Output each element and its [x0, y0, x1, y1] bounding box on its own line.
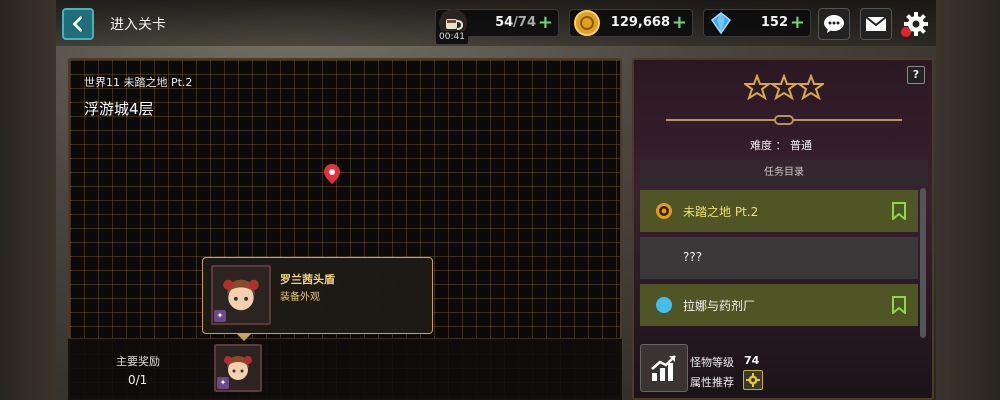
star-icon: [768, 74, 800, 101]
bookmark-icon[interactable]: [892, 296, 906, 314]
quest-label: 拉娜与药剂厂: [683, 299, 756, 313]
blue-gem-icon: [710, 12, 732, 35]
left-background: [0, 0, 56, 400]
tooltip-item-name: 罗兰茜头盾: [280, 273, 335, 286]
costume-tag-icon: ✦: [214, 310, 226, 322]
right-background: [936, 0, 1000, 400]
star-rating: [744, 74, 824, 101]
quest-item[interactable]: 拉娜与药剂厂: [640, 284, 918, 326]
star-icon: [795, 74, 824, 101]
quest-label: 未踏之地 Pt.2: [683, 205, 759, 219]
gold-counter[interactable]: 129,668 +: [569, 9, 693, 37]
chat-bubble-icon: [824, 15, 844, 33]
blue-dot-icon: [656, 297, 672, 313]
map-title: 浮游城4层: [84, 100, 154, 118]
map-pin-icon[interactable]: [324, 164, 340, 184]
gear-icon: [746, 373, 760, 387]
costume-tag-icon: ✦: [217, 377, 229, 389]
stamina-timer: 00:41: [436, 31, 468, 44]
stamina-value: 54/74: [495, 15, 536, 30]
mail-icon: [865, 16, 887, 31]
quest-item[interactable]: 未踏之地 Pt.2: [640, 190, 918, 232]
reward-item-slot[interactable]: ✦: [214, 344, 262, 392]
add-stamina-button[interactable]: +: [538, 12, 553, 33]
gold-coin-icon: [574, 10, 600, 36]
chevron-left-icon: [73, 16, 83, 32]
map-subtitle: 世界11 未踏之地 Pt.2: [84, 76, 193, 89]
main-reward-label: 主要奖励: [116, 355, 160, 368]
quest-label: ???: [683, 250, 703, 264]
monster-level-icon-box: [640, 344, 688, 392]
difficulty-label: 难度 ： 普通: [750, 139, 812, 152]
help-button[interactable]: ?: [907, 66, 925, 84]
monster-level-value: 74: [744, 354, 760, 367]
rewards-strip: [68, 338, 622, 400]
tooltip-arrow: [236, 333, 252, 341]
ornament-knot: [774, 115, 794, 125]
add-gem-button[interactable]: +: [790, 12, 805, 33]
bookmark-icon[interactable]: [892, 202, 906, 220]
quest-list-header: 任务目录: [640, 160, 928, 186]
tooltip-item-frame: ✦: [211, 265, 271, 325]
add-gold-button[interactable]: +: [672, 12, 687, 33]
attribute-recommend-label: 属性推荐: [690, 376, 734, 389]
chat-button[interactable]: [818, 8, 850, 40]
gold-value: 129,668: [610, 15, 670, 30]
notification-dot: [901, 27, 911, 37]
gem-value: 152: [760, 15, 788, 30]
quest-scrollbar[interactable]: [920, 188, 926, 338]
stamina-current: 54: [495, 15, 514, 30]
quest-item[interactable]: ???: [640, 237, 918, 279]
star-icon: [744, 74, 773, 101]
stamina-max: 74: [517, 15, 536, 30]
growth-chart-icon: [651, 355, 676, 381]
gem-counter[interactable]: 152 +: [703, 9, 811, 37]
mail-button[interactable]: [860, 8, 892, 40]
back-button[interactable]: [62, 8, 94, 40]
monster-level-label: 怪物等级: [690, 356, 734, 369]
main-reward-count: 0/1: [128, 373, 148, 387]
page-title: 进入关卡: [110, 17, 166, 33]
tooltip-item-type: 装备外观: [280, 292, 320, 303]
attribute-recommend-button[interactable]: [743, 370, 763, 390]
target-icon: [656, 203, 672, 219]
